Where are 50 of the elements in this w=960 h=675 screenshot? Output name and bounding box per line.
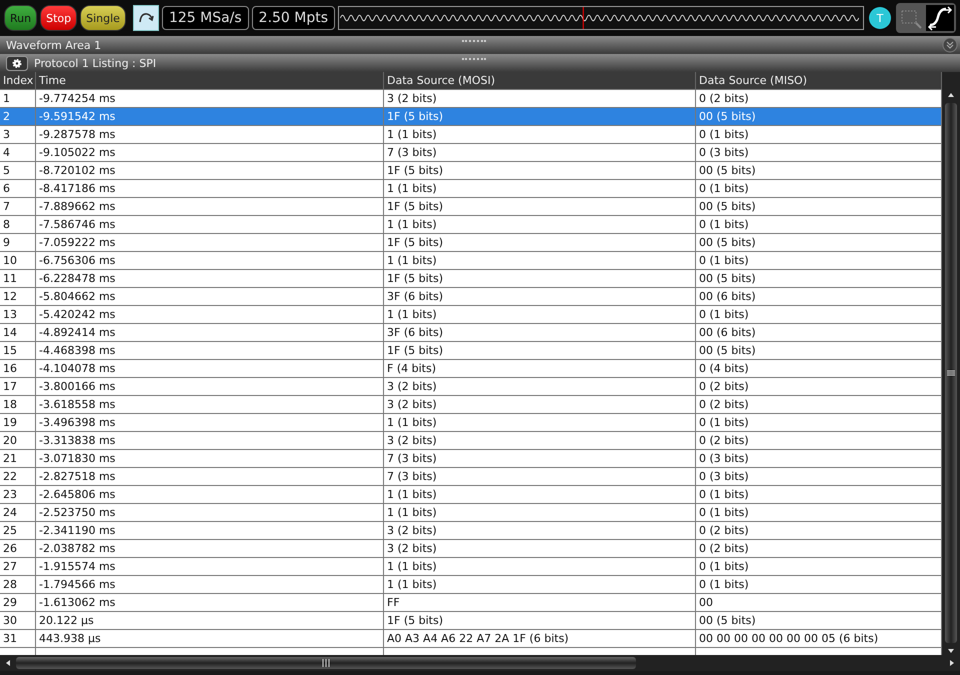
grip-icon[interactable] <box>947 370 955 376</box>
refresh-icon[interactable] <box>132 5 159 31</box>
listing-row[interactable]: 26 -2.038782 ms 3 (2 bits) 0 (2 bits) <box>0 540 942 558</box>
listing-row[interactable]: 22 -2.827518 ms 7 (3 bits) 0 (3 bits) <box>0 468 942 486</box>
waveform-area-title: Waveform Area 1 <box>6 38 102 52</box>
listing-row[interactable]: 25 -2.341190 ms 3 (2 bits) 0 (2 bits) <box>0 522 942 540</box>
collapse-icon[interactable] <box>942 37 958 53</box>
listing-row[interactable]: 13 -5.420242 ms 1 (1 bits) 0 (1 bits) <box>0 306 942 324</box>
listing-row[interactable]: 19 -3.496398 ms 1 (1 bits) 0 (1 bits) <box>0 414 942 432</box>
listing-row[interactable]: 17 -3.800166 ms 3 (2 bits) 0 (2 bits) <box>0 378 942 396</box>
run-control-button[interactable]: Run <box>4 5 38 31</box>
waveform-mode-icon[interactable] <box>926 5 954 31</box>
listing-row[interactable]: 31 443.938 µs A0 A3 A4 A6 22 A7 2A 1F (6 bits) 00 00 00 00 00 00 00 05 (6 bits) <box>0 630 942 648</box>
listing-row[interactable]: 11 -6.228478 ms 1F (5 bits) 00 (5 bits) <box>0 270 942 288</box>
run-control-button[interactable]: Stop <box>40 5 78 31</box>
listing-row[interactable]: 16 -4.104078 ms F (4 bits) 0 (4 bits) <box>0 360 942 378</box>
listing-row[interactable]: 4 -9.105022 ms 7 (3 bits) 0 (3 bits) <box>0 144 942 162</box>
listing-row[interactable]: 3 -9.287578 ms 1 (1 bits) 0 (1 bits) <box>0 126 942 144</box>
memory-depth-readout: 2.50 Mpts <box>252 6 336 30</box>
listing-row[interactable]: 27 -1.915574 ms 1 (1 bits) 0 (1 bits) <box>0 558 942 576</box>
vertical-scrollbar[interactable] <box>942 72 960 655</box>
listing-row[interactable]: 8 -7.586746 ms 1 (1 bits) 0 (1 bits) <box>0 216 942 234</box>
listing-row[interactable]: 21 -3.071830 ms 7 (3 bits) 0 (3 bits) <box>0 450 942 468</box>
waveform-overview[interactable] <box>338 6 864 30</box>
scroll-up-icon[interactable] <box>947 91 955 99</box>
listing-row[interactable]: 6 -8.417186 ms 1 (1 bits) 0 (1 bits) <box>0 180 942 198</box>
listing-row[interactable]: 2 -9.591542 ms 1F (5 bits) 00 (5 bits) <box>0 108 942 126</box>
scroll-left-icon[interactable] <box>4 659 12 667</box>
listing-row[interactable]: 15 -4.468398 ms 1F (5 bits) 00 (5 bits) <box>0 342 942 360</box>
listing-row[interactable]: 30 20.122 µs 1F (5 bits) 00 (5 bits) <box>0 612 942 630</box>
listing-row[interactable]: 18 -3.618558 ms 3 (2 bits) 0 (2 bits) <box>0 396 942 414</box>
listing-row[interactable]: 28 -1.794566 ms 1 (1 bits) 0 (1 bits) <box>0 576 942 594</box>
listing-row[interactable]: 7 -7.889662 ms 1F (5 bits) 00 (5 bits) <box>0 198 942 216</box>
listing-row[interactable]: 5 -8.720102 ms 1F (5 bits) 00 (5 bits) <box>0 162 942 180</box>
listing-row[interactable]: 24 -2.523750 ms 1 (1 bits) 0 (1 bits) <box>0 504 942 522</box>
listing-row[interactable]: 29 -1.613062 ms FF 00 <box>0 594 942 612</box>
listing-row[interactable]: 10 -6.756306 ms 1 (1 bits) 0 (1 bits) <box>0 252 942 270</box>
scroll-right-icon[interactable] <box>948 659 956 667</box>
listing-row[interactable]: 23 -2.645806 ms 1 (1 bits) 0 (1 bits) <box>0 486 942 504</box>
listing-row[interactable]: 1 -9.774254 ms 3 (2 bits) 0 (2 bits) <box>0 90 942 108</box>
listing-title: Protocol 1 Listing : SPI <box>34 56 156 70</box>
gear-icon[interactable] <box>6 56 28 70</box>
run-control-button[interactable]: Single <box>80 5 126 31</box>
listing-row[interactable]: 12 -5.804662 ms 3F (6 bits) 00 (6 bits) <box>0 288 942 306</box>
listing-row[interactable]: 20 -3.313838 ms 3 (2 bits) 0 (2 bits) <box>0 432 942 450</box>
grip-icon[interactable] <box>322 659 330 667</box>
sample-rate-readout: 125 MSa/s <box>162 6 249 30</box>
listing-row[interactable]: 9 -7.059222 ms 1F (5 bits) 00 (5 bits) <box>0 234 942 252</box>
horizontal-scrollbar[interactable] <box>0 655 960 671</box>
listing-row[interactable]: 14 -4.892414 ms 3F (6 bits) 00 (6 bits) <box>0 324 942 342</box>
